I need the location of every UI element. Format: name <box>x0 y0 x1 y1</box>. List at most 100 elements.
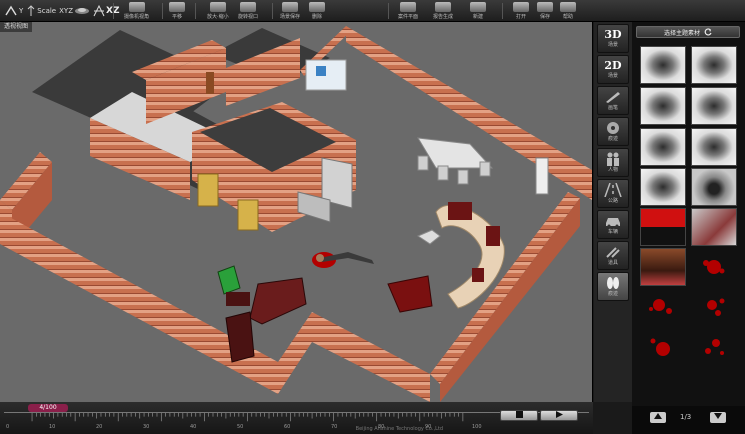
cushion <box>486 226 500 246</box>
people-label: 人物 <box>607 167 618 173</box>
viewport-title: 透视视图 <box>0 22 33 32</box>
eye-photo-thumbnail[interactable] <box>691 168 737 206</box>
axis-y-button[interactable]: Y <box>4 5 23 17</box>
axis-xz-button[interactable]: XZ <box>93 4 119 17</box>
page-down-button[interactable] <box>710 412 726 423</box>
people-tool-button[interactable]: 人物 <box>597 148 629 177</box>
blood-drop-thumbnail[interactable] <box>640 288 686 326</box>
victim-head <box>316 254 324 262</box>
blood-splash-thumbnail[interactable] <box>640 208 686 246</box>
fingerprint-thumbnail[interactable] <box>691 87 737 125</box>
blood-drop-thumbnail[interactable] <box>691 288 737 326</box>
dining-chair[interactable] <box>457 169 469 185</box>
camera-view-button[interactable]: 摄像机视角 <box>124 1 149 21</box>
play-icon <box>555 411 563 418</box>
scene-save-button[interactable]: 场景保存 <box>280 1 300 21</box>
car-icon <box>606 218 620 228</box>
brick-wall[interactable] <box>346 26 592 200</box>
delete-label: 删除 <box>311 14 322 20</box>
axis-scale-button[interactable]: Scale <box>26 4 57 17</box>
dining-chair[interactable] <box>417 155 429 171</box>
evidence-label: 痕迹 <box>607 291 618 297</box>
report-generate-button[interactable]: 报告生成 <box>433 1 453 21</box>
fingerprint-thumbnail[interactable] <box>691 128 737 166</box>
desk[interactable] <box>249 277 307 325</box>
refrigerator[interactable] <box>535 157 549 195</box>
toolbar-separator <box>113 3 114 19</box>
vehicle-tool-button[interactable]: 车辆 <box>597 210 629 239</box>
trace-tool-button[interactable]: 痕迹 <box>597 117 629 146</box>
delete-button[interactable]: 删除 <box>309 1 325 21</box>
appliance[interactable] <box>316 66 326 76</box>
xyz-gizmo-icon <box>75 7 89 14</box>
case-plan-label: 案件平面 <box>398 14 419 20</box>
page-up-button[interactable] <box>650 412 666 423</box>
fingerprint-thumbnail[interactable] <box>640 87 686 125</box>
blood-photo-thumbnail[interactable] <box>691 208 737 246</box>
footprint-icon <box>607 277 619 289</box>
blood-drop-icon <box>649 299 672 314</box>
room-photo-thumbnail[interactable] <box>640 248 686 286</box>
blood-drop-thumbnail[interactable] <box>691 328 737 366</box>
open-icon <box>513 2 529 12</box>
axis-scale-label: Scale <box>37 6 57 15</box>
rotate-view-label: 旋转视口 <box>238 14 259 20</box>
scene-canvas[interactable] <box>0 22 593 402</box>
vehicle-label: 车辆 <box>607 229 618 235</box>
zoom-button[interactable]: 放大·缩小 <box>207 1 229 21</box>
pen-tool-button[interactable]: 画笔 <box>597 86 629 115</box>
fingerprint-thumbnail[interactable] <box>640 168 686 206</box>
evidence-tool-button[interactable]: 痕迹 <box>597 272 629 301</box>
green-chair[interactable] <box>217 265 241 295</box>
blood-drop-thumbnail[interactable] <box>691 248 737 286</box>
red-armchair[interactable] <box>387 275 433 313</box>
rotate-view-button[interactable]: 旋转视口 <box>238 1 258 21</box>
fingerprint-thumbnail[interactable] <box>691 46 737 84</box>
tick-label: 10 <box>49 424 56 430</box>
3d-label: 3D <box>604 28 622 41</box>
refresh-icon[interactable] <box>704 28 712 36</box>
brick-wall[interactable] <box>278 312 312 394</box>
tool-category-bar: 3D 场景 2D 场景 画笔 痕迹 人物 公路 车辆 道具 痕迹 <box>594 22 632 402</box>
2d-label: 2D <box>604 59 622 72</box>
shelf[interactable] <box>206 72 214 94</box>
fingerprint-thumbnail[interactable] <box>640 46 686 84</box>
xz-arrows-icon <box>93 4 105 16</box>
axis-xyz-label: XYZ <box>59 6 73 15</box>
stop-button[interactable] <box>500 410 538 421</box>
trace-label: 痕迹 <box>607 136 618 142</box>
open-button[interactable]: 打开 <box>513 1 529 21</box>
rotate-icon <box>240 2 256 12</box>
delete-icon <box>309 2 325 12</box>
3d-scene-button[interactable]: 3D 场景 <box>597 24 629 53</box>
store-button[interactable]: 保存 <box>537 1 553 21</box>
frame-counter[interactable]: 4/100 <box>28 404 68 412</box>
help-button[interactable]: 帮助 <box>560 1 576 21</box>
store-icon <box>537 2 553 12</box>
play-button[interactable] <box>540 410 578 421</box>
brick-wall[interactable] <box>312 312 430 402</box>
tools-icon <box>606 247 620 258</box>
dining-chair[interactable] <box>437 165 449 181</box>
asset-panel-header[interactable]: 选择主题素材 <box>636 26 740 38</box>
report-generate-label: 报告生成 <box>433 14 454 20</box>
side-table[interactable] <box>416 229 441 245</box>
dining-chair[interactable] <box>479 161 491 177</box>
2d-sub-label: 场景 <box>607 73 618 79</box>
hand-icon <box>169 2 185 12</box>
wooden-chair[interactable] <box>197 173 219 207</box>
case-plan-button[interactable]: 案件平面 <box>398 1 418 21</box>
wooden-chair[interactable] <box>237 199 259 231</box>
new-button[interactable]: 新建 <box>470 1 486 21</box>
props-tool-button[interactable]: 道具 <box>597 241 629 270</box>
2d-scene-button[interactable]: 2D 场景 <box>597 55 629 84</box>
blood-drop-thumbnail[interactable] <box>640 328 686 366</box>
road-label: 公路 <box>607 198 618 204</box>
pan-button[interactable]: 平移 <box>169 1 185 21</box>
help-icon <box>560 2 576 12</box>
road-tool-button[interactable]: 公路 <box>597 179 629 208</box>
pan-label: 平移 <box>171 14 182 20</box>
perspective-viewport[interactable]: 透视视图 <box>0 22 593 402</box>
axis-xyz-button[interactable]: XYZ <box>59 6 90 16</box>
fingerprint-thumbnail[interactable] <box>640 128 686 166</box>
